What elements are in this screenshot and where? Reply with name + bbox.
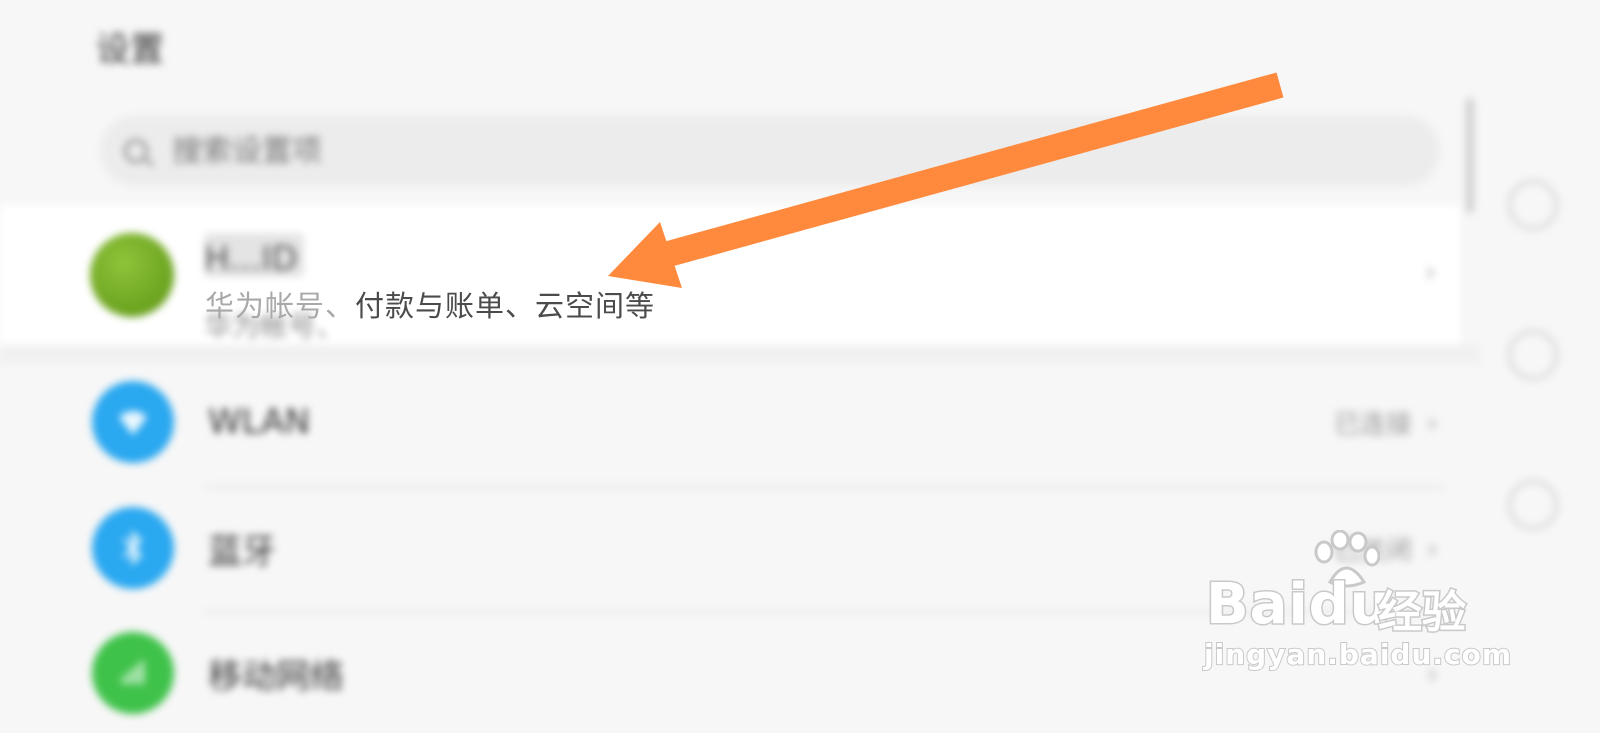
chevron-right-icon: › — [1426, 405, 1438, 439]
share-icon[interactable] — [1508, 480, 1558, 530]
watermark-product: 经验 — [1377, 586, 1468, 640]
list-item-label: WLAN — [208, 402, 311, 442]
side-rail — [1500, 0, 1600, 720]
search-icon — [124, 139, 148, 163]
list-item-value: 已连接 — [1333, 409, 1412, 440]
avatar — [90, 233, 174, 317]
account-subtitle-visible: 付款与账单、云空间等 — [355, 289, 656, 323]
watermark-brand: Baidu — [1205, 571, 1392, 639]
account-name: H...ID — [204, 239, 298, 279]
chevron-right-icon: › — [1424, 255, 1436, 288]
list-item-label: 蓝牙 — [208, 531, 276, 572]
watermark-url: jingyan.baidu.com — [1203, 637, 1513, 672]
wifi-icon — [92, 381, 174, 463]
scrollbar[interactable] — [1466, 98, 1474, 213]
list-item-label: 移动网络 — [208, 656, 344, 697]
circle-button-icon[interactable] — [1508, 330, 1558, 380]
settings-screen: 设置 H...ID 华为帐号、 › WLAN 已连接 › — [0, 0, 1600, 720]
baidu-jingyan-watermark: Baidu 经验 jingyan.baidu.com — [1200, 530, 1512, 680]
list-item-wlan[interactable]: WLAN 已连接 › — [0, 362, 1460, 482]
bluetooth-icon — [92, 507, 174, 589]
page-title: 设置 — [96, 30, 164, 70]
section-divider — [0, 345, 1480, 363]
search-input[interactable] — [170, 132, 774, 170]
account-subtitle: 华为帐号、付款与账单、云空间等 — [205, 283, 655, 325]
search-bar[interactable] — [100, 116, 1440, 186]
account-subtitle-faded: 华为帐号、 — [205, 289, 356, 323]
circle-button-icon[interactable] — [1508, 180, 1558, 230]
mobile-network-icon — [92, 632, 174, 714]
